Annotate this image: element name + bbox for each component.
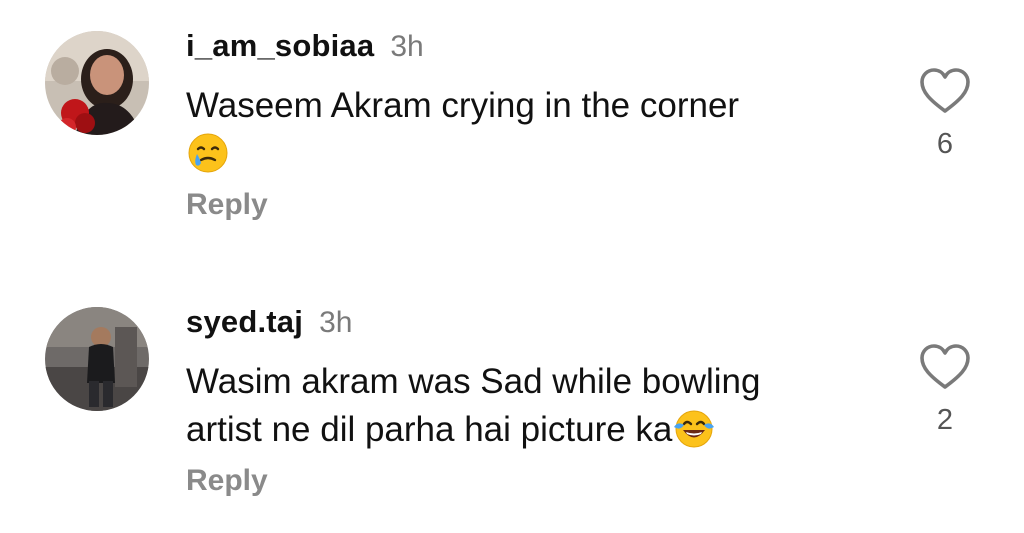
comment-item: syed.taj 3h Wasim akram was Sad while bo… (0, 266, 1024, 533)
comment-text: Waseem Akram crying in the corner (186, 82, 739, 178)
comment-item: i_am_sobiaa 3h Waseem Akram crying in th… (0, 0, 1024, 266)
avatar[interactable] (45, 307, 149, 411)
comment-text-line (186, 130, 739, 178)
reply-button[interactable]: Reply (186, 464, 268, 498)
like-count: 6 (936, 128, 954, 160)
comment-text-line: Waseem Akram crying in the corner (186, 86, 740, 125)
comment-time: 3h (390, 30, 424, 63)
heart-outline-icon[interactable] (918, 342, 972, 392)
avatar[interactable] (45, 31, 149, 135)
face-with-tears-of-joy-emoji (672, 407, 716, 451)
heart-outline-icon[interactable] (918, 66, 972, 116)
comment-text-segment: artist ne dil parha hai picture ka (186, 410, 673, 449)
like-button[interactable]: 6 (916, 66, 974, 161)
comment-text-line: artist ne dil parha hai picture ka (186, 406, 760, 454)
comment-header: syed.taj 3h (186, 304, 352, 340)
smiling-face-with-tear-emoji (186, 131, 230, 175)
comment-text-line: Wasim akram was Sad while bowling (186, 362, 761, 401)
username[interactable]: i_am_sobiaa (186, 28, 374, 64)
username[interactable]: syed.taj (186, 304, 303, 340)
reply-button[interactable]: Reply (186, 188, 268, 222)
comment-time: 3h (319, 306, 353, 339)
comment-text: Wasim akram was Sad while bowling artist… (186, 358, 760, 454)
comment-header: i_am_sobiaa 3h (186, 28, 424, 64)
like-count: 2 (936, 404, 954, 436)
like-button[interactable]: 2 (916, 342, 974, 437)
